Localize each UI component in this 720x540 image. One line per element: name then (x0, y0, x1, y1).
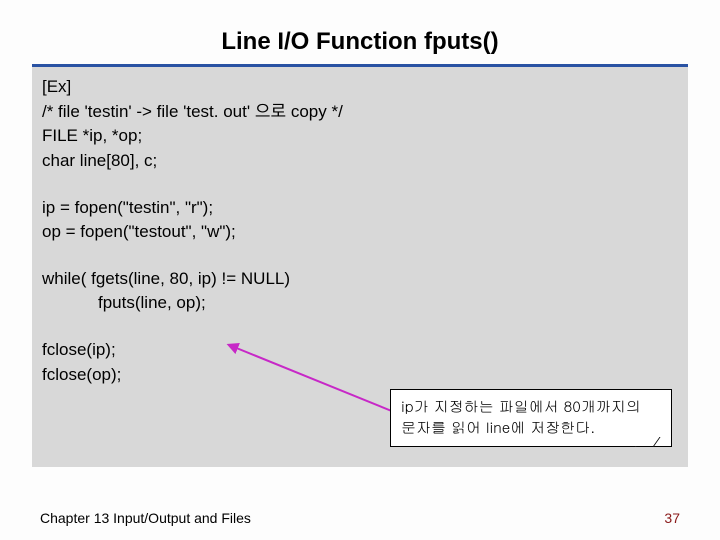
code-line: op = fopen("testout", "w"); (42, 220, 678, 245)
code-line: FILE *ip, *op; (42, 124, 678, 149)
callout-notch-icon (635, 437, 660, 447)
code-line: fputs(line, op); (98, 291, 678, 316)
code-line: [Ex] (42, 75, 678, 100)
code-line: while( fgets(line, 80, ip) != NULL) (42, 267, 678, 292)
chapter-label: Chapter 13 Input/Output and Files (40, 510, 251, 526)
code-line: fclose(op); (42, 363, 678, 388)
code-line: /* file 'testin' -> file 'test. out' 으로 … (42, 100, 678, 125)
callout-text: 문자를 읽어 line에 저장한다. (401, 417, 661, 438)
page-number: 37 (664, 510, 680, 526)
code-example-box: [Ex] /* file 'testin' -> file 'test. out… (32, 67, 688, 467)
code-line: char line[80], c; (42, 149, 678, 174)
callout-box: ip가 지정하는 파일에서 80개까지의 문자를 읽어 line에 저장한다. (390, 389, 672, 447)
callout-text: ip가 지정하는 파일에서 80개까지의 (401, 396, 661, 417)
slide-title: Line I/O Function fputs() (0, 0, 720, 64)
code-line: ip = fopen("testin", "r"); (42, 196, 678, 221)
code-line: fclose(ip); (42, 338, 678, 363)
slide-footer: Chapter 13 Input/Output and Files 37 (40, 510, 680, 526)
